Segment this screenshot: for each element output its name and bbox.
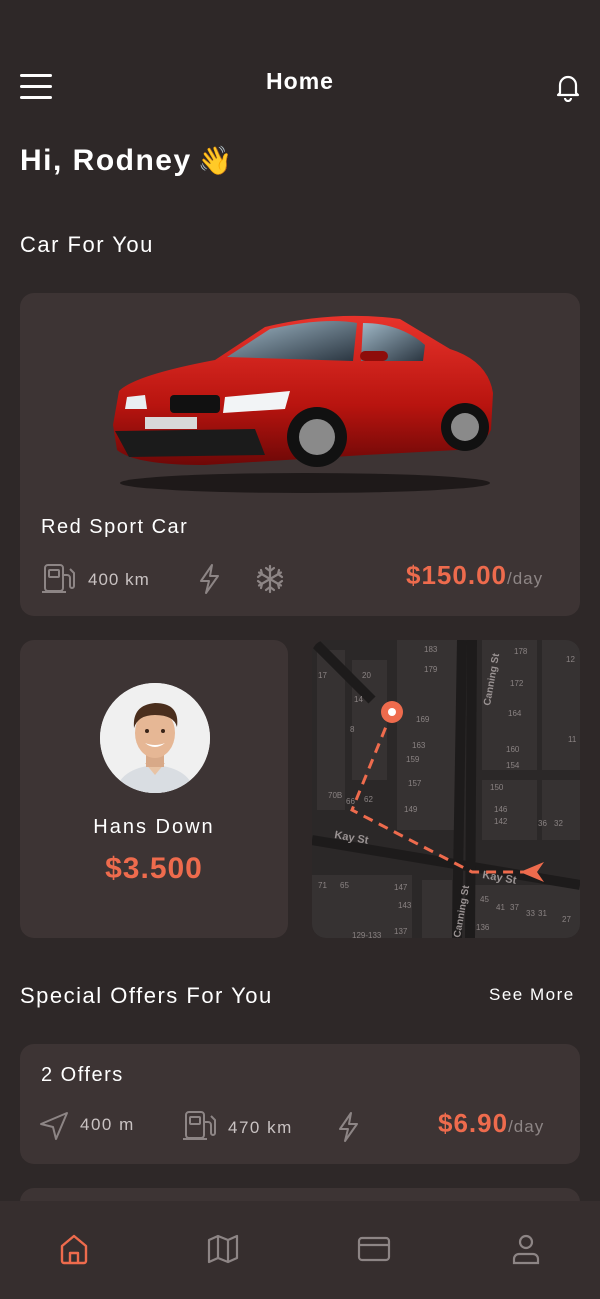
map-house-number: 163	[412, 741, 426, 750]
home-icon[interactable]	[57, 1232, 91, 1266]
map-house-number: 17	[318, 671, 327, 680]
greeting: Hi, Rodney 👋	[20, 144, 234, 178]
car-image	[113, 315, 493, 493]
map-house-number: 172	[510, 679, 524, 688]
driver-avatar	[100, 683, 210, 793]
map-house-number: 136	[476, 923, 490, 932]
map-house-number: 27	[562, 915, 571, 924]
map-house-number: 33	[526, 909, 535, 918]
map-house-number: 159	[406, 755, 420, 764]
map-house-number: 169	[416, 715, 430, 724]
offer-range: 470 km	[228, 1118, 293, 1137]
map-house-number: 179	[424, 665, 438, 674]
driver-price: $3.500	[105, 852, 203, 885]
map-house-number: 160	[506, 745, 520, 754]
map-house-number: 71	[318, 881, 327, 890]
car-section-title: Car For You	[20, 232, 154, 257]
map-house-number: 8	[350, 725, 355, 734]
wave-emoji: 👋	[197, 145, 235, 176]
map-house-number: 164	[508, 709, 522, 718]
map-house-number: 11	[568, 735, 577, 744]
map-house-number: 147	[394, 883, 408, 892]
car-name: Red Sport Car	[41, 516, 189, 538]
greeting-text: Hi, Rodney	[20, 144, 192, 177]
map-house-number: 32	[554, 819, 563, 828]
fuel-icon	[42, 564, 75, 593]
offer-card[interactable]	[20, 1044, 580, 1164]
snowflake-icon	[256, 564, 284, 594]
driver-name: Hans Down	[93, 816, 215, 838]
see-more-link[interactable]: See More	[489, 985, 575, 1005]
map-house-number: 150	[490, 783, 504, 792]
map-house-number: 178	[514, 647, 528, 656]
map-house-number: 31	[538, 909, 547, 918]
card-icon[interactable]	[357, 1232, 391, 1266]
lightning-icon	[339, 1112, 358, 1142]
offer-price-value: $6.90	[438, 1108, 509, 1138]
map-house-number: 142	[494, 817, 508, 826]
map-house-number: 149	[404, 805, 418, 814]
offer-title: 2 Offers	[41, 1064, 124, 1086]
map-house-number: 137	[394, 927, 408, 936]
lightning-icon	[200, 564, 219, 594]
offer-price: $6.90/day	[438, 1108, 544, 1139]
map-house-number: 154	[506, 761, 520, 770]
car-price-value: $150.00	[406, 560, 507, 590]
fuel-icon	[183, 1111, 216, 1140]
map-house-number: 12	[566, 655, 575, 664]
map-house-number: 37	[510, 903, 519, 912]
map-house-number: 62	[364, 795, 373, 804]
map-house-number: 146	[494, 805, 508, 814]
map-house-number: 65	[340, 881, 349, 890]
map-house-number: 36	[538, 819, 547, 828]
map-house-number: 14	[354, 695, 363, 704]
car-price: $150.00/day	[406, 560, 543, 591]
map-house-number: 183	[424, 645, 438, 654]
navigation-arrow-icon	[40, 1112, 68, 1140]
map-house-number: 143	[398, 901, 412, 910]
offers-section-title: Special Offers For You	[20, 983, 273, 1008]
route-map[interactable]: Kay St Kay St Canning St Canning St 183 179 17…	[312, 640, 580, 938]
map-house-number: 20	[362, 671, 371, 680]
map-house-number: 157	[408, 779, 422, 788]
offer-price-unit: /day	[508, 1117, 545, 1136]
page-title: Home	[266, 68, 334, 94]
map-house-number: 41	[496, 903, 505, 912]
map-house-number: 45	[480, 895, 489, 904]
map-house-number: 66	[346, 797, 355, 806]
car-range: 400 km	[88, 570, 150, 589]
map-icon[interactable]	[206, 1232, 240, 1266]
map-house-number: 129-133	[352, 931, 382, 938]
profile-icon[interactable]	[509, 1232, 543, 1266]
map-house-number: 70B	[328, 791, 342, 800]
notification-bell-icon[interactable]	[553, 72, 583, 103]
offer-distance: 400 m	[80, 1115, 135, 1134]
car-price-unit: /day	[506, 569, 544, 588]
